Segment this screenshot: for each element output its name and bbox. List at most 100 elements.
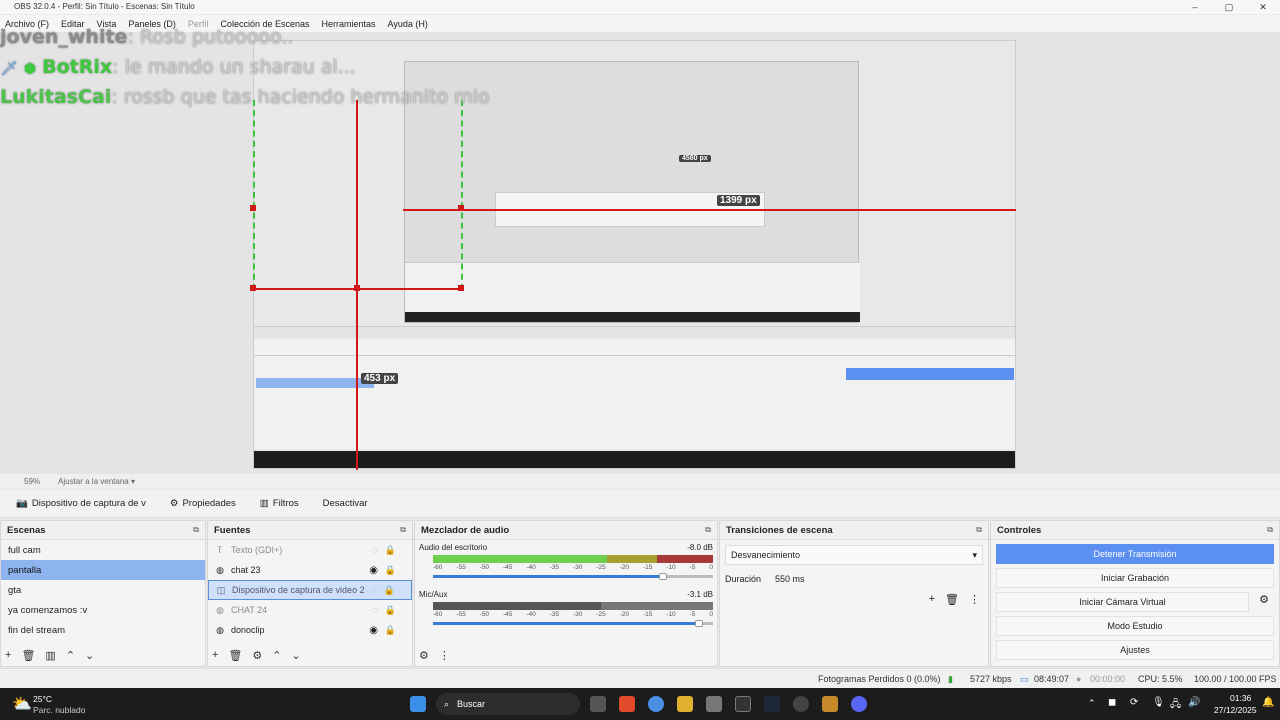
filters-button[interactable]: ▥ Filtros <box>250 494 309 513</box>
network-icon[interactable]: 🖧 <box>1170 697 1181 714</box>
source-item[interactable]: Ꭲ Texto (GDI+) ◌ 🔒 <box>208 540 412 560</box>
clock-time[interactable]: 01:36 <box>1230 693 1251 703</box>
meter-scale: -60 -55 -50 -45 -40 -35 -30 -25 -20 -15 -10 -5 0 <box>433 564 713 571</box>
settings-button[interactable]: Ajustes <box>996 640 1274 660</box>
close-icon[interactable]: ✕ <box>1246 0 1280 14</box>
tray-chevron-icon[interactable]: ⌃ <box>1088 698 1096 709</box>
more-icon[interactable]: ⋮ <box>439 649 450 662</box>
trash-icon[interactable]: 🗑 <box>945 593 959 606</box>
steam-icon[interactable] <box>764 696 780 712</box>
add-icon[interactable]: + <box>929 593 935 606</box>
stop-stream-button[interactable]: Detener Transmisión <box>996 544 1274 564</box>
undock-icon[interactable]: ⧉ <box>193 525 199 535</box>
chrome-icon[interactable] <box>648 696 664 712</box>
eye-hidden-icon[interactable]: ◌ <box>371 585 377 596</box>
lock-icon[interactable]: 🔒 <box>385 565 396 576</box>
eye-icon[interactable]: ◉ <box>369 625 378 636</box>
handle-dot[interactable] <box>458 285 464 291</box>
clock-date[interactable]: 27/12/2025 <box>1214 705 1257 715</box>
store-icon[interactable] <box>706 696 722 712</box>
start-virtual-camera-button[interactable]: Iniciar Cámara Virtual <box>996 592 1249 612</box>
filter-icon[interactable]: ▥ <box>45 649 55 662</box>
handle-dot[interactable] <box>250 285 256 291</box>
scene-item[interactable]: gta <box>1 580 205 600</box>
discord-icon[interactable] <box>851 696 867 712</box>
arrow-down-icon[interactable]: ⌄ <box>292 649 301 662</box>
trash-icon[interactable]: 🗑 <box>21 649 35 662</box>
eye-hidden-icon[interactable]: ◌ <box>372 545 378 556</box>
source-item[interactable]: ◫ Dispositivo de captura de video 2 ◌ 🔒 <box>208 580 412 600</box>
obs-icon[interactable] <box>793 696 809 712</box>
start-recording-button[interactable]: Iniciar Grabación <box>996 568 1274 588</box>
scene-item[interactable]: fin del stream <box>1 620 205 640</box>
trash-icon[interactable]: 🗑 <box>228 649 242 662</box>
deactivate-button[interactable]: Desactivar <box>313 494 378 513</box>
slider-knob[interactable] <box>695 620 703 627</box>
handle-dot[interactable] <box>250 205 256 211</box>
scale-tick: -45 <box>502 611 513 618</box>
preview-area[interactable]: 1399 px 453 px 4580 px joven_white: Rosb… <box>0 26 1280 474</box>
scenes-header: Escenas ⧉ <box>1 521 205 540</box>
scale-tick: -25 <box>596 564 606 571</box>
handle-dot[interactable] <box>458 205 464 211</box>
properties-button[interactable]: ⚙ Propiedades <box>160 494 246 513</box>
undock-icon[interactable]: ⧉ <box>976 525 982 535</box>
nested-dock-row <box>254 355 1015 449</box>
eye-hidden-icon[interactable]: ◌ <box>372 605 378 616</box>
arrow-down-icon[interactable]: ⌄ <box>85 649 94 662</box>
source-item[interactable]: ◍ CHAT 24 ◌ 🔒 <box>208 600 412 620</box>
handle-dot[interactable] <box>354 285 360 291</box>
volume-icon[interactable]: 🔊 <box>1188 697 1200 708</box>
undock-icon[interactable]: ⧉ <box>705 525 711 535</box>
maximize-icon[interactable]: ▢ <box>1212 0 1246 14</box>
undock-icon[interactable]: ⧉ <box>1267 525 1273 535</box>
arrow-up-icon[interactable]: ⌃ <box>66 649 75 662</box>
brave-icon[interactable] <box>619 696 635 712</box>
undock-icon[interactable]: ⧉ <box>400 525 406 535</box>
league-icon[interactable] <box>822 696 838 712</box>
slider-knob[interactable] <box>658 573 667 580</box>
mixer-toolbar: ⚙ ⋮ <box>419 649 450 662</box>
shield-badge-icon: ⬢ <box>23 61 37 77</box>
windows-start-icon[interactable] <box>410 696 426 712</box>
add-icon[interactable]: + <box>5 649 11 662</box>
minimize-icon[interactable]: – <box>1178 0 1212 14</box>
epic-icon[interactable] <box>735 696 751 712</box>
scene-item[interactable]: pantalla <box>1 560 205 580</box>
weather-icon[interactable]: ⛅ <box>12 694 32 714</box>
eye-icon[interactable]: ◉ <box>369 565 378 576</box>
duration-input[interactable]: 550 ms <box>775 574 805 584</box>
scale-tick: 0 <box>709 564 713 571</box>
lock-icon[interactable]: 🔒 <box>385 545 396 556</box>
source-item[interactable]: ◍ donoclip ◉ 🔒 <box>208 620 412 640</box>
zoom-fit[interactable]: Ajustar a la ventana ▾ <box>58 477 135 486</box>
scene-item[interactable]: full cam <box>1 540 205 560</box>
tray-icon[interactable]: ⟳ <box>1130 697 1138 708</box>
folder-icon[interactable] <box>677 696 693 712</box>
gear-icon[interactable]: ⚙ <box>252 649 262 662</box>
add-icon[interactable]: + <box>212 649 218 662</box>
studio-mode-button[interactable]: Modo Estudio <box>996 616 1274 636</box>
notification-icon[interactable]: 🔔 <box>1262 697 1274 708</box>
docks-area: Escenas ⧉ full cam pantalla gta ya comenz… <box>0 520 1280 667</box>
sources-title: Fuentes <box>214 524 251 536</box>
transition-select[interactable]: Desvanecimiento ▾ <box>725 545 983 565</box>
meter-scale: -60 -55 -50 -45 -40 -35 -30 -25 -20 -15 -10 -5 0 <box>433 611 713 618</box>
gear-icon[interactable]: ⚙ <box>1259 593 1269 606</box>
volume-slider[interactable] <box>433 573 713 580</box>
lock-icon[interactable]: 🔒 <box>384 585 395 596</box>
arrow-up-icon[interactable]: ⌃ <box>272 649 281 662</box>
task-view-icon[interactable] <box>590 696 606 712</box>
sword-icon: 🗡 <box>0 61 18 77</box>
gear-icon[interactable]: ⚙ <box>419 649 429 662</box>
source-item[interactable]: ◍ chat 23 ◉ 🔒 <box>208 560 412 580</box>
scene-item[interactable]: ya comenzamos :v <box>1 600 205 620</box>
lock-icon[interactable]: 🔒 <box>385 605 396 616</box>
tray-icon[interactable]: ◼ <box>1108 697 1116 708</box>
lock-icon[interactable]: 🔒 <box>385 625 396 636</box>
zoom-level[interactable]: 59% <box>24 477 40 486</box>
mic-icon[interactable]: 🎙 <box>1152 697 1165 708</box>
volume-slider[interactable] <box>433 620 713 627</box>
more-icon[interactable]: ⋮ <box>969 593 980 606</box>
taskbar-search[interactable]: ⌕ Buscar <box>436 693 580 715</box>
